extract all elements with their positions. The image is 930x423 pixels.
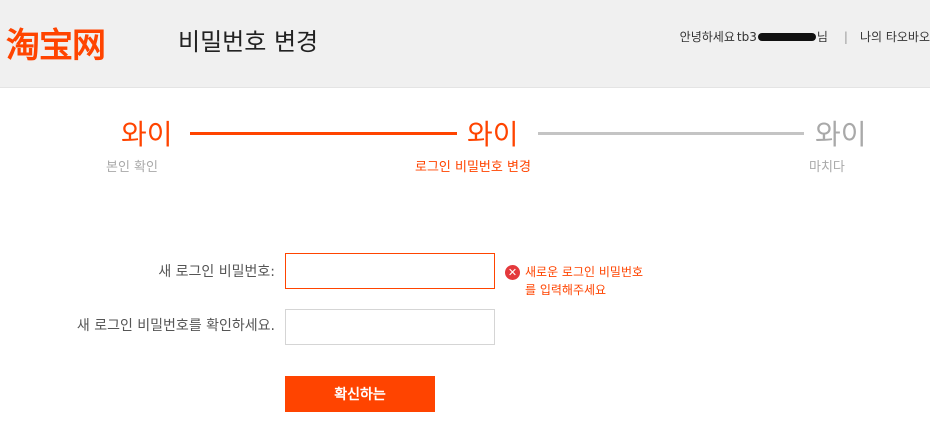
- separator: |: [843, 29, 848, 44]
- page-title: 비밀번호 변경: [178, 28, 319, 56]
- step-1-label: 와이: [121, 118, 173, 151]
- confirm-password-input[interactable]: [285, 309, 495, 345]
- username-suffix: 님: [816, 30, 828, 44]
- error-message: ✕ 새로운 로그인 비밀번호를 입력해주세요: [505, 263, 645, 299]
- username-prefix[interactable]: tb3: [737, 30, 757, 44]
- step-3-sub: 마치다: [809, 160, 845, 175]
- step-3-label: 와이: [815, 118, 867, 151]
- progress-line-pending: [538, 132, 804, 135]
- error-icon: ✕: [505, 265, 520, 280]
- step-1-sub: 본인 확인: [106, 160, 158, 175]
- taobao-logo[interactable]: 淘宝网: [6, 18, 106, 67]
- error-text: 새로운 로그인 비밀번호를 입력해주세요: [525, 265, 644, 297]
- progress-line-done: [190, 132, 457, 135]
- new-password-label: 새 로그인 비밀번호:: [158, 264, 275, 280]
- submit-button[interactable]: 확신하는: [285, 376, 435, 412]
- new-password-input[interactable]: [285, 253, 495, 289]
- page-header: 淘宝网 비밀번호 변경 안녕하세요 tb3 님 | 나의 타오바오: [0, 0, 930, 88]
- user-bar: 안녕하세요 tb3 님 | 나의 타오바오: [680, 28, 930, 45]
- step-2-sub: 로그인 비밀번호 변경: [415, 160, 531, 175]
- step-2-label: 와이: [467, 118, 519, 151]
- my-taobao-link[interactable]: 나의 타오바오: [860, 28, 930, 45]
- greeting-text: 안녕하세요: [679, 30, 735, 44]
- confirm-password-label: 새 로그인 비밀번호를 확인하세요.: [76, 318, 275, 334]
- redacted-username: [757, 32, 816, 41]
